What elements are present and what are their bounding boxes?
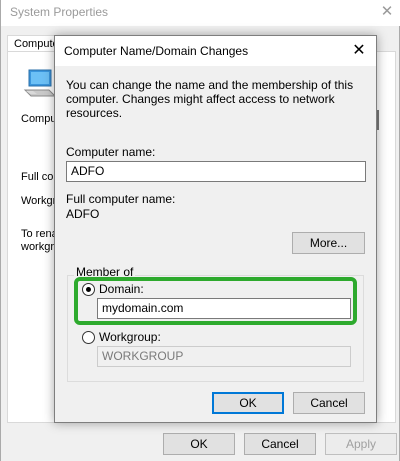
full-computer-name-label: Full computer name:: [21, 171, 55, 183]
full-computer-name-value: ADFO: [66, 207, 100, 221]
computer-icon: [23, 69, 57, 97]
dialog-title: Computer Name/Domain Changes: [64, 44, 249, 58]
system-properties-title: System Properties: [10, 5, 109, 19]
system-properties-titlebar: System Properties ✕: [1, 0, 400, 26]
close-icon[interactable]: ✕: [349, 41, 369, 61]
domain-radio-label[interactable]: Domain:: [99, 282, 144, 296]
dialog-ok-button[interactable]: OK: [212, 392, 284, 414]
rename-instructions-line2: workgroup, click Change.: [21, 241, 55, 253]
computer-description-label: Computer description:: [21, 113, 55, 125]
dialog-description: You can change the name and the membersh…: [66, 78, 354, 120]
computer-name-domain-changes-dialog: Computer Name/Domain Changes ✕ You can c…: [54, 35, 377, 423]
ok-button[interactable]: OK: [163, 433, 235, 455]
computer-name-label: Computer name:: [66, 145, 156, 159]
domain-radio[interactable]: [82, 283, 95, 296]
dialog-cancel-button[interactable]: Cancel: [293, 392, 365, 414]
description-field-edge: [377, 110, 379, 130]
close-icon[interactable]: ✕: [377, 2, 397, 22]
computer-name-input[interactable]: ADFO: [66, 161, 366, 182]
workgroup-radio-label[interactable]: Workgroup:: [99, 330, 161, 344]
more-button[interactable]: More...: [292, 232, 365, 254]
workgroup-label: Workgroup:: [21, 195, 55, 207]
workgroup-radio[interactable]: [82, 331, 95, 344]
radio-selected-dot: [86, 287, 91, 292]
domain-input[interactable]: mydomain.com: [97, 298, 351, 319]
workgroup-input[interactable]: WORKGROUP: [97, 346, 351, 367]
full-computer-name-label: Full computer name:: [66, 192, 176, 206]
cancel-button[interactable]: Cancel: [244, 433, 316, 455]
apply-button[interactable]: Apply: [325, 433, 397, 455]
dialog-titlebar: Computer Name/Domain Changes ✕: [55, 36, 376, 66]
rename-instructions-line1: To rename this computer or change its: [21, 228, 55, 240]
